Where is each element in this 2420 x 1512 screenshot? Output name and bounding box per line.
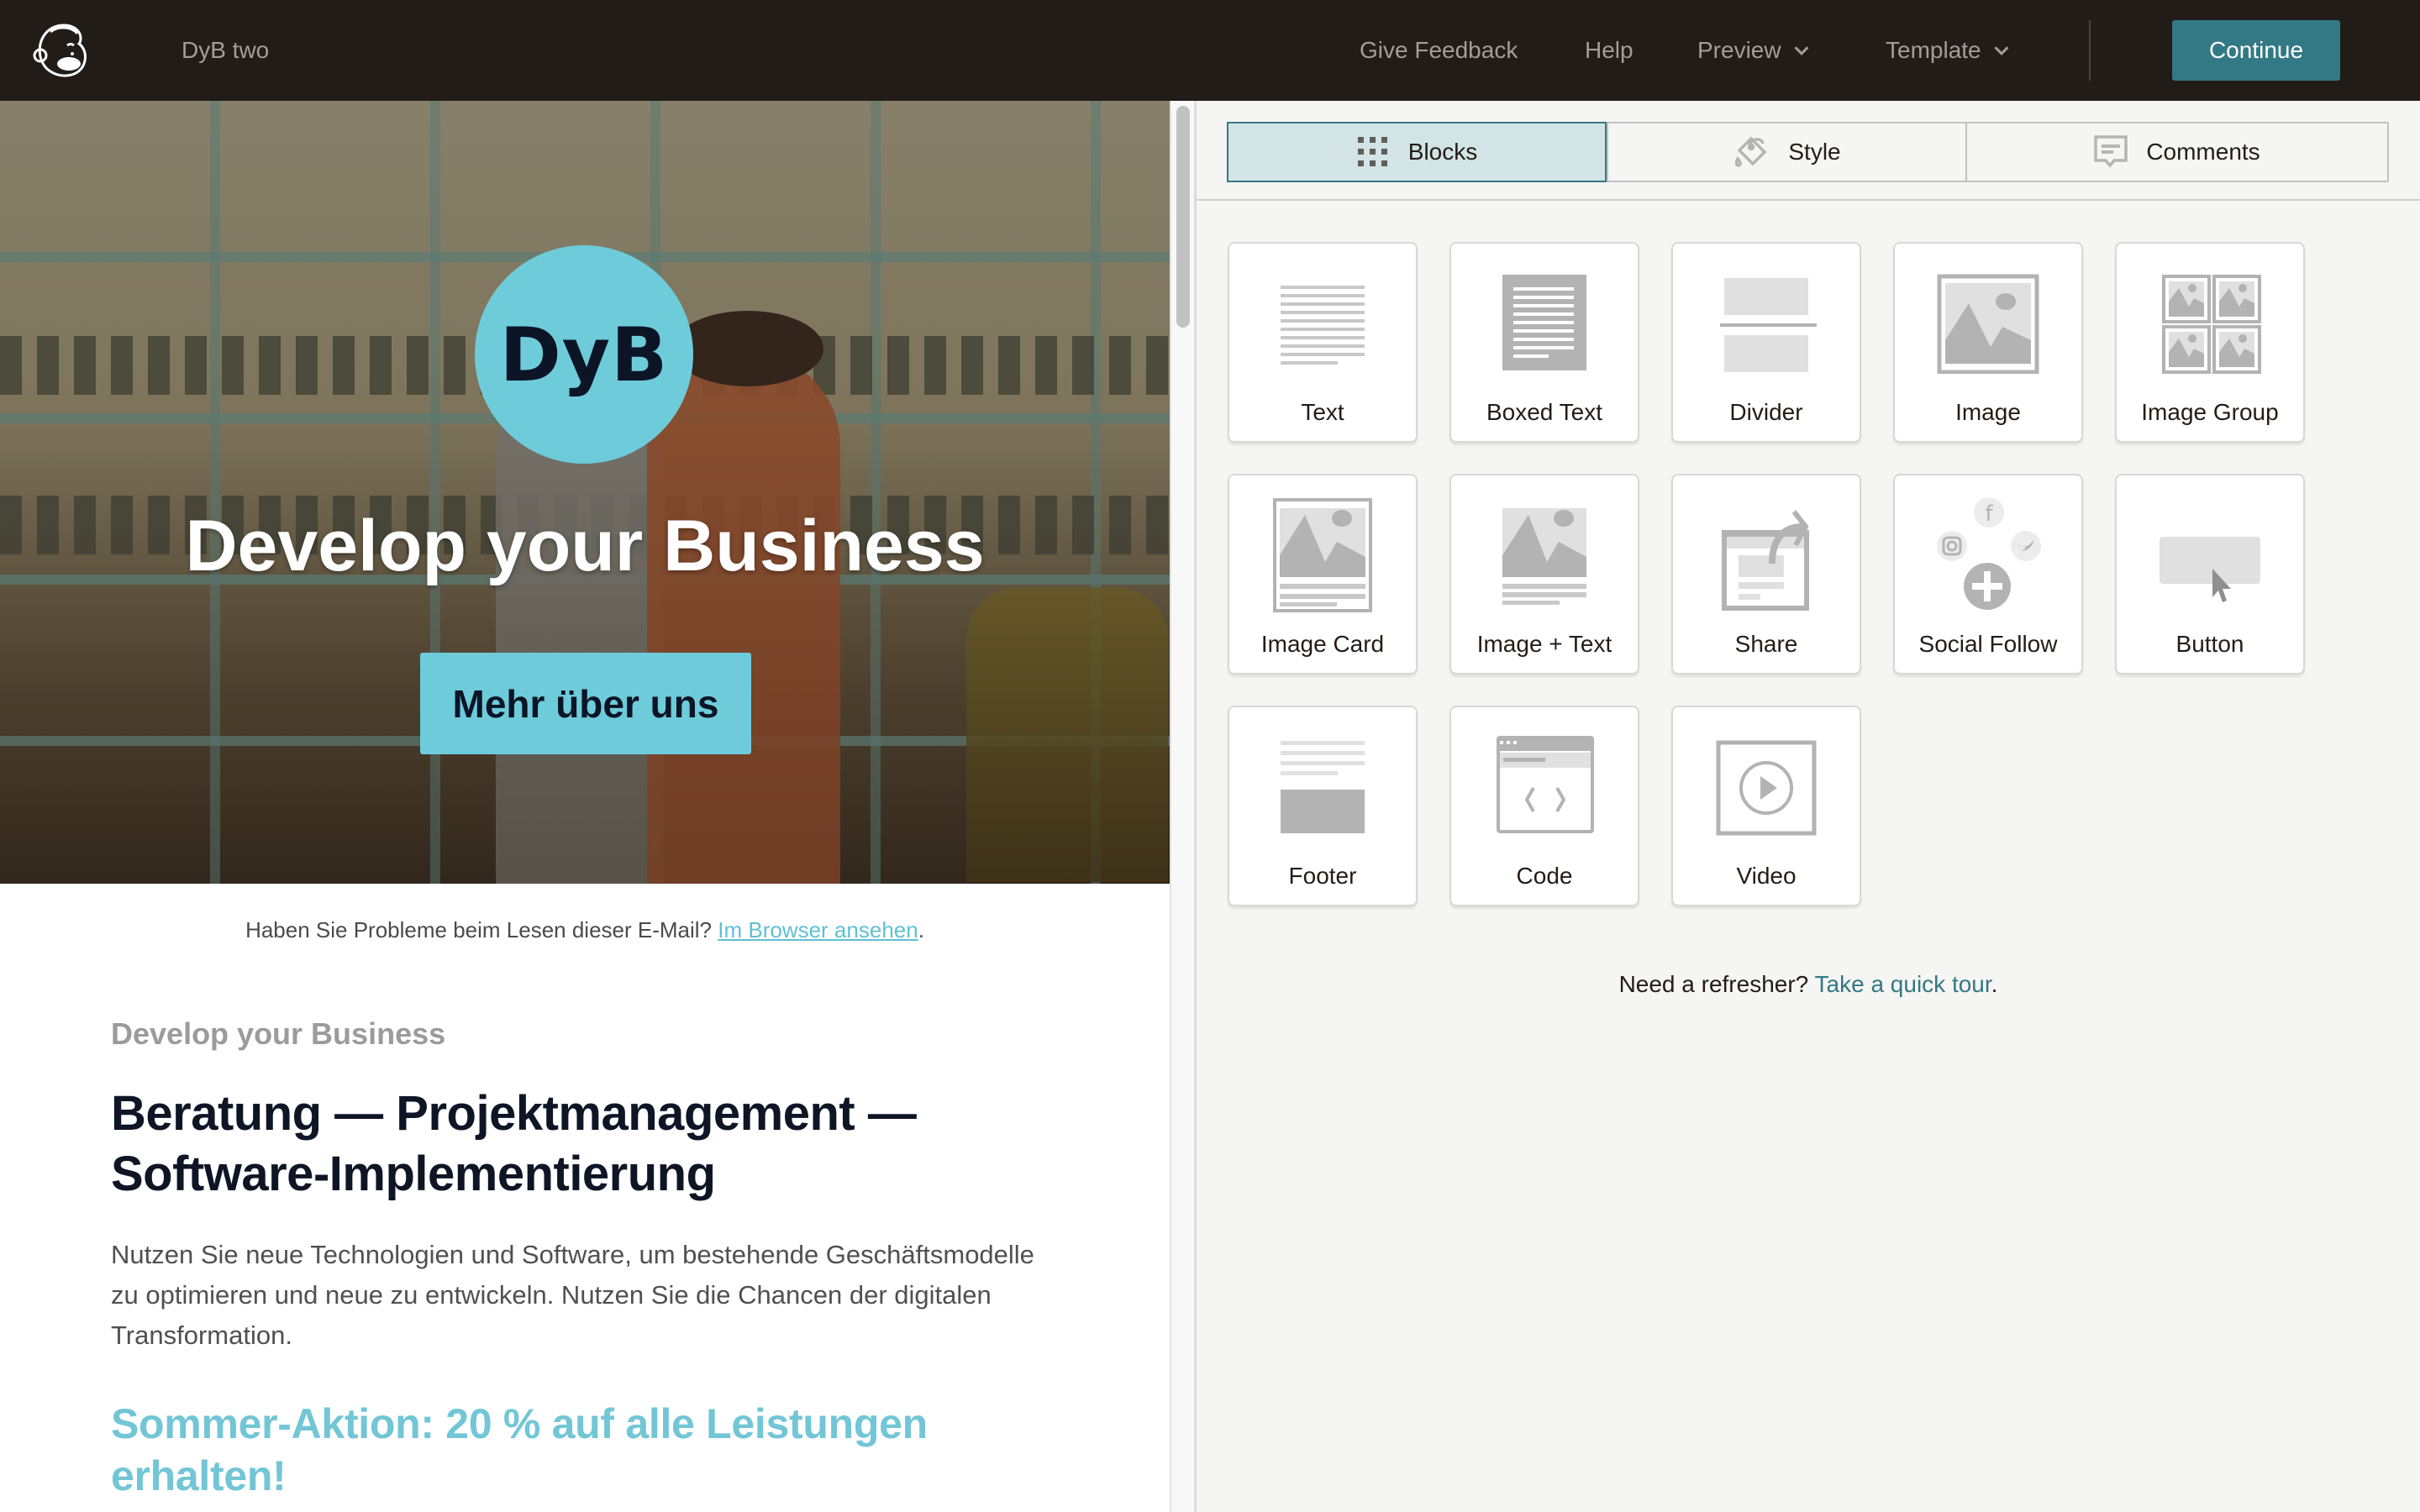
preheader-text: Haben Sie Probleme beim Lesen dieser E-M…: [245, 917, 713, 942]
chevron-down-icon: [1994, 40, 2009, 55]
refresher-text: Need a refresher?: [1618, 971, 1809, 997]
section-headline: Beratung — Projektmanagement — Software-…: [111, 1086, 917, 1201]
block-image-text[interactable]: Image + Text: [1449, 474, 1639, 675]
quick-tour-link[interactable]: Take a quick tour: [1815, 971, 1991, 997]
block-share[interactable]: Share: [1671, 474, 1861, 675]
promo-headline: Sommer-Aktion: 20 % auf alle Leistungen …: [111, 1400, 928, 1499]
comment-icon: [2094, 135, 2128, 168]
block-video[interactable]: Video: [1671, 706, 1861, 906]
mailchimp-logo-icon[interactable]: [29, 17, 96, 84]
block-label: Image: [1955, 399, 2021, 425]
footer-block-icon: [1281, 741, 1365, 833]
tab-comments[interactable]: Comments: [1965, 123, 2387, 181]
section-body: Nutzen Sie neue Technologien und Softwar…: [111, 1240, 1034, 1350]
block-label: Share: [1734, 631, 1798, 657]
block-label: Social Follow: [1918, 631, 2058, 657]
email-content[interactable]: Develop your Business Beratung — Projekt…: [111, 1015, 1069, 1502]
boxed-text-block-icon: [1502, 275, 1586, 370]
block-label: Image + Text: [1476, 631, 1612, 657]
campaign-name[interactable]: DyB two: [182, 34, 269, 67]
blocks-panel: Blocks Style Comments Text Boxed Text Di…: [1197, 101, 2420, 1512]
tab-blocks-label: Blocks: [1407, 139, 1478, 165]
panel-divider: [1197, 199, 2420, 201]
tab-style-label: Style: [1788, 139, 1841, 165]
grid-dots-icon: [1357, 137, 1387, 166]
preview-scrollbar[interactable]: [1170, 101, 1197, 1512]
block-social-follow[interactable]: f Social Follow: [1893, 474, 2083, 675]
refresher-hint: Need a refresher? Take a quick tour.: [1197, 971, 2420, 998]
hero-section[interactable]: DyB Develop your Business Mehr über uns: [0, 101, 1170, 884]
block-label: Image Card: [1260, 631, 1385, 657]
tab-comments-label: Comments: [2146, 139, 2260, 165]
template-label: Template: [1886, 37, 1981, 63]
chevron-down-icon: [1794, 40, 1809, 55]
template-menu[interactable]: Template: [1886, 34, 2009, 67]
panel-tabs: Blocks Style Comments: [1227, 122, 2389, 182]
block-image-card[interactable]: Image Card: [1228, 474, 1418, 675]
scrollbar-thumb[interactable]: [1176, 106, 1190, 328]
hero-title: Develop your Business: [185, 506, 985, 586]
block-label: Footer: [1288, 863, 1357, 889]
divider-block-icon: [1720, 278, 1817, 372]
help-link[interactable]: Help: [1585, 34, 1634, 67]
brand-logo: DyB: [475, 245, 693, 464]
preheader-suffix: .: [918, 917, 924, 942]
block-divider[interactable]: Divider: [1671, 242, 1861, 443]
image-block-icon: [1937, 274, 2039, 374]
block-label: Divider: [1729, 399, 1803, 425]
tab-blocks[interactable]: Blocks: [1227, 122, 1607, 182]
block-label: Code: [1516, 863, 1573, 889]
block-code[interactable]: Code: [1449, 706, 1639, 906]
section-kicker: Develop your Business: [111, 1016, 446, 1051]
block-image-group[interactable]: Image Group: [2115, 242, 2305, 443]
code-block-icon: [1497, 736, 1594, 833]
email-preview[interactable]: DyB Develop your Business Mehr über uns …: [0, 101, 1170, 1512]
block-boxed-text[interactable]: Boxed Text: [1449, 242, 1639, 443]
view-in-browser-link[interactable]: Im Browser ansehen: [718, 917, 918, 942]
preview-label: Preview: [1697, 37, 1781, 63]
block-label: Text: [1301, 399, 1344, 425]
continue-button[interactable]: Continue: [2172, 20, 2340, 81]
svg-text:f: f: [1985, 501, 1993, 527]
image-text-block-icon: [1502, 508, 1586, 605]
block-label: Video: [1736, 863, 1797, 889]
refresher-suffix: .: [1991, 971, 1998, 997]
image-group-block-icon: [2162, 275, 2261, 374]
preview-menu[interactable]: Preview: [1697, 34, 1809, 67]
email-editor: DyB two Give Feedback Help Preview Templ…: [0, 0, 2420, 1512]
block-footer[interactable]: Footer: [1228, 706, 1418, 906]
block-text[interactable]: Text: [1228, 242, 1418, 443]
paint-bucket-icon: [1735, 136, 1767, 167]
share-block-icon: [1722, 510, 1809, 611]
block-label: Image Group: [2141, 399, 2279, 425]
block-label: Boxed Text: [1486, 399, 1603, 425]
give-feedback-link[interactable]: Give Feedback: [1360, 34, 1518, 67]
button-block-icon: [2160, 537, 2260, 602]
tab-style[interactable]: Style: [1607, 123, 1965, 181]
nav-divider: [2089, 20, 2091, 81]
top-bar: DyB two Give Feedback Help Preview Templ…: [0, 0, 2420, 101]
image-card-block-icon: [1273, 498, 1372, 612]
block-image[interactable]: Image: [1893, 242, 2083, 443]
preheader: Haben Sie Probleme beim Lesen dieser E-M…: [0, 916, 1170, 944]
hero-cta-button[interactable]: Mehr über uns: [420, 653, 751, 754]
block-button[interactable]: Button: [2115, 474, 2305, 675]
text-block-icon: [1281, 286, 1365, 365]
hero-overlay: [0, 101, 1170, 884]
video-block-icon: [1716, 740, 1817, 836]
social-follow-block-icon: f: [1937, 497, 2041, 610]
block-label: Button: [2175, 631, 2244, 657]
blocks-grid: Text Boxed Text Divider Image Image Grou…: [1228, 242, 2305, 906]
